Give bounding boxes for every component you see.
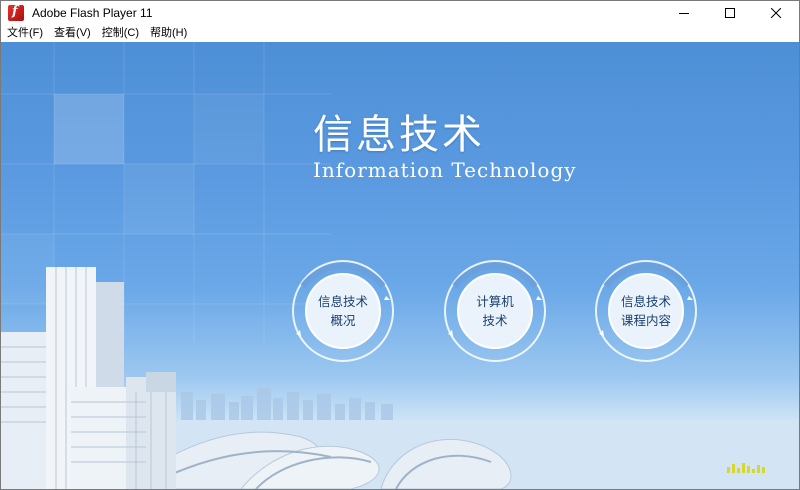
maximize-icon [725,8,735,18]
flash-player-icon [8,4,24,21]
minimize-icon [679,13,689,14]
minimize-button[interactable] [661,1,707,25]
music-toggle-icon[interactable] [727,463,765,473]
title-bar[interactable]: Adobe Flash Player 11 [1,1,799,25]
course-content-label-line1: 信息技术 [620,294,671,309]
menu-file[interactable]: 文件(F) [2,25,48,42]
flash-stage[interactable]: 信息技术 Information Technology 信息技术 概况 计算机 … [1,42,799,489]
maximize-button[interactable] [707,1,753,25]
page-title: 信息技术 [313,112,485,158]
menu-bar: 文件(F) 查看(V) 控制(C) 帮助(H) [1,25,799,42]
course-content-label-line2: 课程内容 [620,313,671,328]
overview-label-line2: 概况 [330,313,356,328]
course-content-label: 信息技术 课程内容 [591,256,701,366]
course-content-button[interactable]: 信息技术 课程内容 [591,256,701,366]
window-title: Adobe Flash Player 11 [32,6,153,20]
menu-control[interactable]: 控制(C) [97,25,144,42]
close-icon [771,8,781,18]
window-controls [661,1,799,25]
overview-label: 信息技术 概况 [288,256,398,366]
flash-player-window: Adobe Flash Player 11 文件(F) 查看(V) 控制(C) … [0,0,800,490]
menu-view[interactable]: 查看(V) [49,25,96,42]
computer-tech-label: 计算机 技术 [440,256,550,366]
computer-tech-button[interactable]: 计算机 技术 [440,256,550,366]
page-subtitle: Information Technology [313,158,577,182]
overview-label-line1: 信息技术 [317,294,368,309]
close-button[interactable] [753,1,799,25]
overview-button[interactable]: 信息技术 概况 [288,256,398,366]
menu-help[interactable]: 帮助(H) [145,25,192,42]
computer-tech-label-line2: 技术 [482,313,508,328]
computer-tech-label-line1: 计算机 [476,294,514,309]
